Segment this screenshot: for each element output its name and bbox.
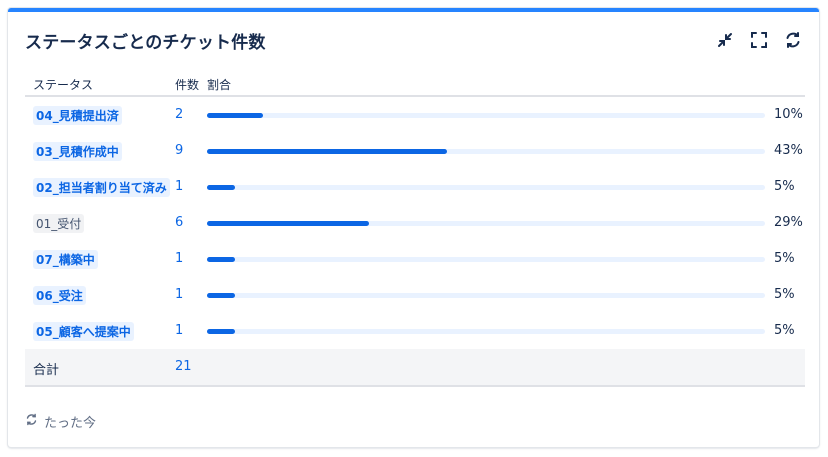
ratio-bar-fill [207, 185, 235, 190]
ratio-bar-track [207, 329, 765, 334]
status-lozenge[interactable]: 01_受付 [33, 214, 85, 233]
ratio-percent: 10% [774, 107, 803, 122]
status-count-link[interactable]: 1 [175, 251, 183, 266]
status-lozenge[interactable]: 02_担当者割り当て済み [33, 178, 170, 197]
table-row: 01_受付 6 29% [25, 205, 805, 241]
ratio-percent: 5% [774, 323, 795, 338]
ratio-bar-track [207, 221, 765, 226]
column-header-status: ステータス [33, 78, 94, 92]
status-count-link[interactable]: 1 [175, 323, 183, 338]
ratio-percent: 29% [774, 215, 803, 230]
ratio-bar-fill [207, 293, 235, 298]
total-row: 合計 21 [25, 349, 805, 387]
status-lozenge[interactable]: 04_見積提出済 [33, 106, 122, 125]
total-label: 合計 [33, 363, 60, 378]
table-row: 02_担当者割り当て済み 1 5% [25, 169, 805, 205]
ratio-percent: 5% [774, 287, 795, 302]
table-row: 07_構築中 1 5% [25, 241, 805, 277]
ratio-bar-fill [207, 113, 263, 118]
status-count-link[interactable]: 1 [175, 287, 183, 302]
table-row: 06_受注 1 5% [25, 277, 805, 313]
refresh-small-icon[interactable] [25, 413, 38, 430]
ratio-bar-track [207, 149, 765, 154]
gadget-card: ステータスごとのチケット件数 ステータス 件数 割合 04_見積提出済 2 10% 0… [8, 8, 819, 447]
status-count-link[interactable]: 9 [175, 143, 183, 158]
table-row: 03_見積作成中 9 43% [25, 133, 805, 169]
status-count-link[interactable]: 2 [175, 107, 183, 122]
ratio-bar-fill [207, 257, 235, 262]
header-actions [715, 30, 803, 50]
updated-text: たった今 [44, 416, 97, 431]
table-row: 05_顧客へ提案中 1 5% [25, 313, 805, 349]
status-lozenge[interactable]: 05_顧客へ提案中 [33, 322, 134, 341]
ratio-percent: 5% [774, 179, 795, 194]
column-header-ratio: 割合 [207, 78, 232, 92]
fullscreen-icon[interactable] [749, 30, 769, 50]
total-count: 21 [175, 359, 192, 374]
column-header-count: 件数 [175, 78, 200, 92]
last-updated: たった今 [25, 412, 96, 431]
status-count-link[interactable]: 6 [175, 215, 183, 230]
status-lozenge[interactable]: 06_受注 [33, 286, 86, 305]
ratio-bar-track [207, 113, 765, 118]
refresh-icon[interactable] [783, 30, 803, 50]
ratio-bar-track [207, 185, 765, 190]
status-count-link[interactable]: 1 [175, 179, 183, 194]
ratio-bar-track [207, 257, 765, 262]
ratio-bar-fill [207, 329, 235, 334]
accent-bar [8, 8, 819, 12]
ratio-percent: 43% [774, 143, 803, 158]
ratio-percent: 5% [774, 251, 795, 266]
status-lozenge[interactable]: 07_構築中 [33, 250, 98, 269]
minimize-icon[interactable] [715, 30, 735, 50]
ratio-bar-fill [207, 221, 369, 226]
status-lozenge[interactable]: 03_見積作成中 [33, 142, 122, 161]
ratio-bar-fill [207, 149, 447, 154]
gadget-title: ステータスごとのチケット件数 [25, 33, 266, 53]
ratio-bar-track [207, 293, 765, 298]
table-row: 04_見積提出済 2 10% [25, 97, 805, 133]
